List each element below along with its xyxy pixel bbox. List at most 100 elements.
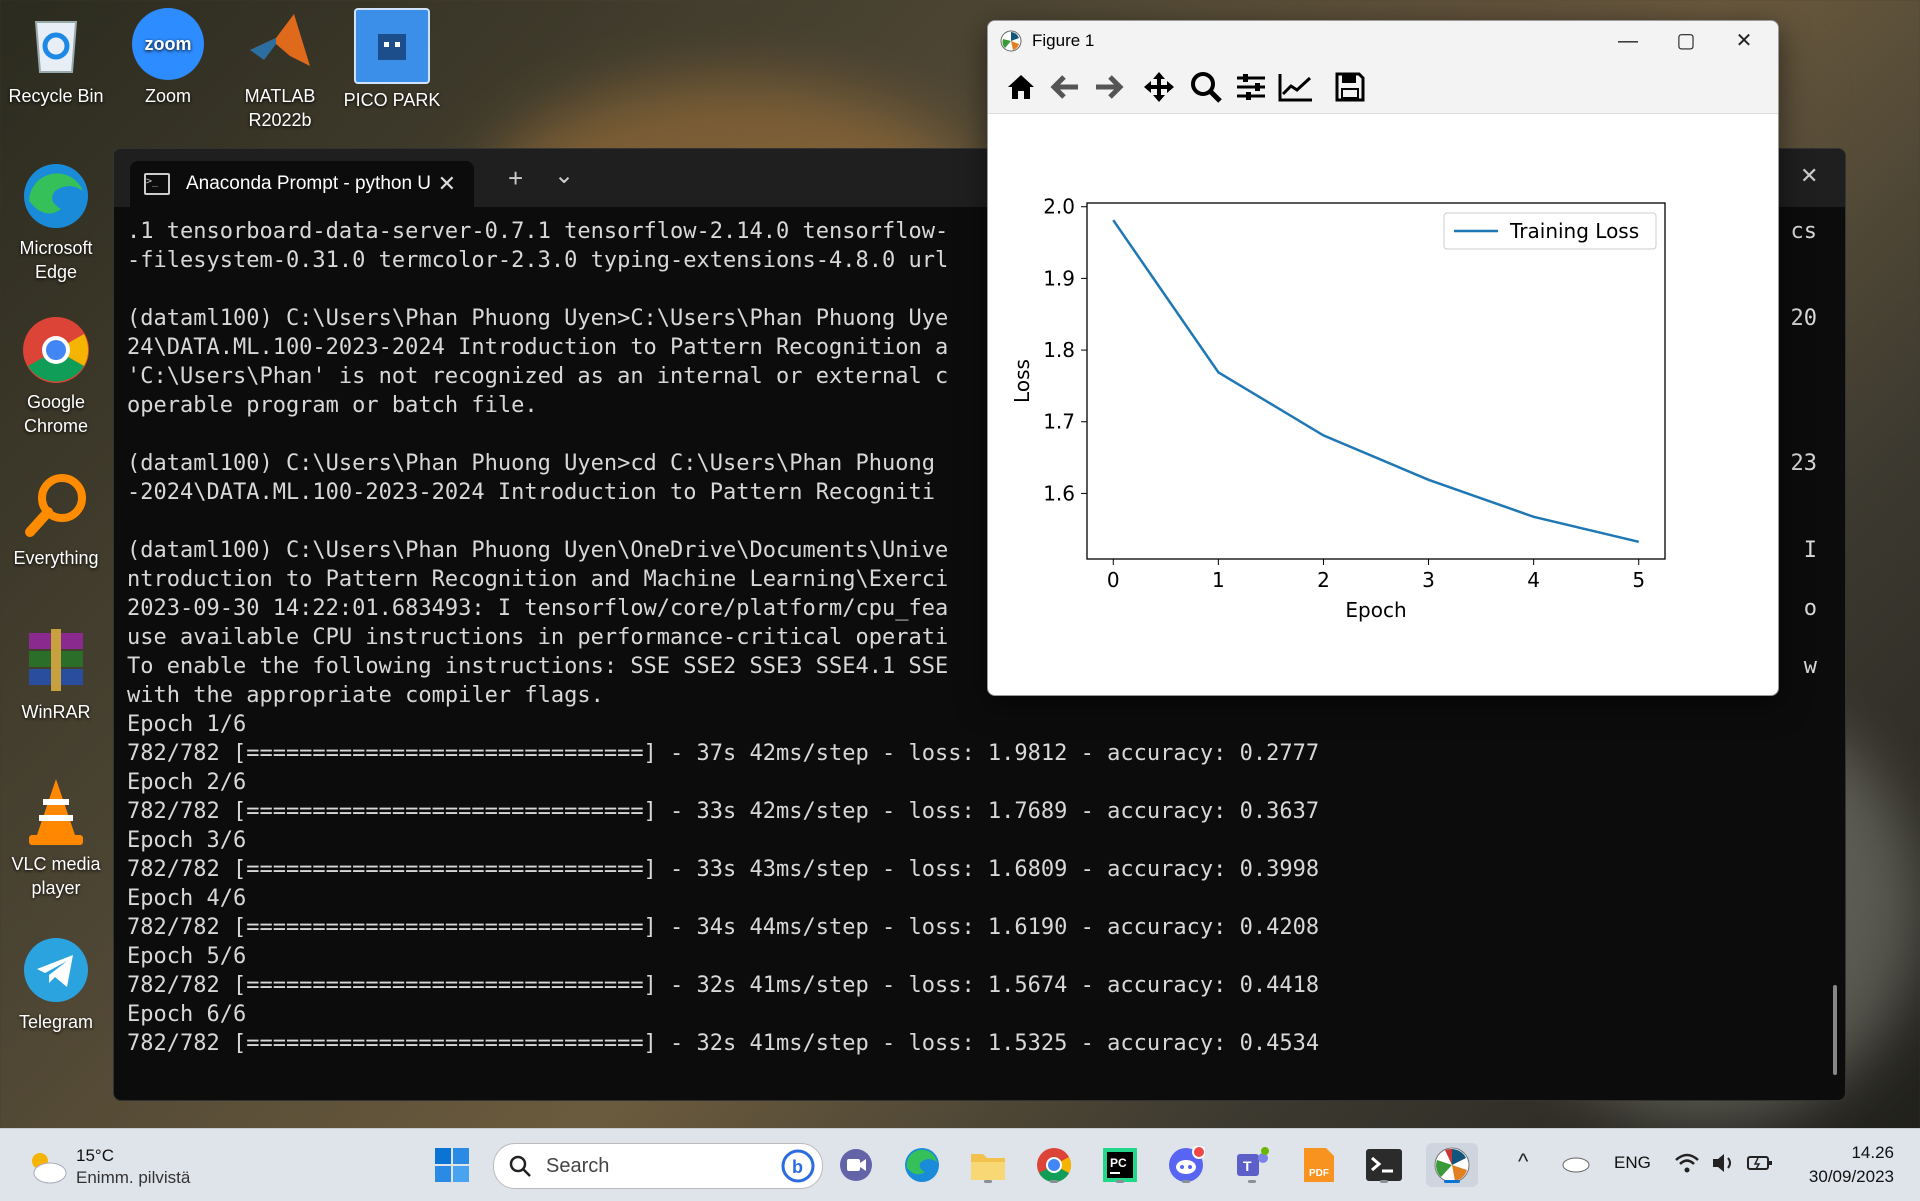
desktop-icon-pico-park[interactable]: PICO PARK [342, 8, 442, 112]
minimize-button[interactable]: — [1600, 25, 1656, 57]
discord-icon [1167, 1146, 1205, 1184]
y-tick-label: 2.0 [1043, 195, 1075, 219]
weather-temp: 15°C [76, 1145, 190, 1167]
wifi-icon[interactable] [1674, 1151, 1700, 1175]
terminal-icon [1365, 1148, 1403, 1182]
running-indicator [1380, 1180, 1388, 1183]
clock-time: 14.26 [1809, 1141, 1894, 1165]
tab-dropdown-button[interactable]: ⌄ [554, 161, 574, 190]
cloud-sun-icon [26, 1149, 68, 1185]
maximize-button[interactable]: ▢ [1658, 25, 1714, 57]
terminal-icon: >_ [144, 173, 170, 195]
desktop-icon-label: Google Chrome [6, 390, 106, 438]
terminal-line: Epoch 1/6 [127, 710, 1825, 739]
start-button[interactable] [430, 1143, 474, 1187]
running-indicator [1182, 1180, 1190, 1183]
volume-icon[interactable] [1710, 1151, 1736, 1175]
taskbar-teams-meet[interactable] [834, 1143, 878, 1187]
running-indicator [984, 1180, 992, 1183]
pan-icon[interactable] [1140, 69, 1178, 105]
axes-frame [1087, 203, 1665, 559]
terminal-line-fragment: I [1804, 536, 1817, 565]
close-button[interactable]: ✕ [1716, 25, 1772, 57]
terminal-line: Epoch 2/6 [127, 768, 1825, 797]
desktop-icon-google-chrome[interactable]: Google Chrome [6, 314, 106, 438]
taskbar: 15°C Enimm. pilvistä Search b PC T PDF [0, 1128, 1920, 1201]
plot-area[interactable]: 0123451.61.71.81.92.0EpochLossTraining L… [988, 113, 1778, 695]
terminal-tab[interactable]: >_ Anaconda Prompt - python U ✕ [130, 161, 474, 207]
figure-window[interactable]: Figure 1 — ▢ ✕ 0123451.61.71.81.92.0 [987, 20, 1779, 696]
terminal-tab-title: Anaconda Prompt - python U [186, 173, 431, 195]
terminal-line: Epoch 3/6 [127, 826, 1825, 855]
svg-text:PC: PC [1110, 1156, 1127, 1170]
folder-icon [969, 1148, 1007, 1182]
chrome-icon [1035, 1146, 1073, 1184]
desktop-icon-label: Zoom [118, 84, 218, 108]
desktop-icon-zoom[interactable]: zoom Zoom [118, 8, 218, 108]
desktop-icon-winrar[interactable]: WinRAR [6, 624, 106, 724]
taskbar-teams[interactable]: T [1230, 1143, 1274, 1187]
configure-subplots-icon[interactable] [1232, 69, 1270, 105]
terminal-line-fragment: w [1804, 652, 1817, 681]
pico-park-icon [354, 8, 430, 84]
windows-logo-icon [434, 1147, 470, 1183]
desktop-icon-telegram[interactable]: Telegram [6, 934, 106, 1034]
terminal-line-fragment: 20 [1791, 304, 1818, 333]
svg-text:T: T [1243, 1158, 1252, 1174]
desktop-icon-everything[interactable]: Everything [6, 470, 106, 570]
desktop-icon-vlc[interactable]: VLC media player [6, 776, 106, 900]
x-tick-label: 1 [1212, 568, 1225, 592]
taskbar-discord[interactable] [1164, 1143, 1208, 1187]
taskbar-file-explorer[interactable] [966, 1143, 1010, 1187]
chevron-up-icon[interactable]: ^ [1518, 1149, 1528, 1175]
matplotlib-icon [1433, 1146, 1471, 1184]
window-close-button[interactable]: ✕ [1800, 163, 1818, 189]
save-icon[interactable] [1331, 69, 1369, 105]
terminal-line-fragment: cs [1791, 217, 1818, 246]
taskbar-edge[interactable] [900, 1143, 944, 1187]
desktop-icon-recycle-bin[interactable]: Recycle Bin [6, 8, 106, 108]
desktop-icon-microsoft-edge[interactable]: Microsoft Edge [6, 160, 106, 284]
weather-desc: Enimm. pilvistä [76, 1167, 190, 1189]
tab-close-icon[interactable]: ✕ [438, 171, 456, 197]
running-indicator [1050, 1180, 1058, 1183]
terminal-line: Epoch 5/6 [127, 942, 1825, 971]
terminal-line: 782/782 [==============================]… [127, 913, 1825, 942]
svg-text:PDF: PDF [1309, 1168, 1329, 1179]
taskbar-matplotlib-figure[interactable] [1426, 1143, 1478, 1187]
back-arrow-icon[interactable] [1046, 69, 1084, 105]
edge-icon [903, 1146, 941, 1184]
terminal-line: 782/782 [==============================]… [127, 739, 1825, 768]
terminal-scrollbar[interactable] [1833, 985, 1837, 1075]
taskbar-chrome[interactable] [1032, 1143, 1076, 1187]
terminal-line-fragment: 23 [1791, 449, 1818, 478]
taskbar-pycharm[interactable]: PC [1098, 1143, 1142, 1187]
video-camera-icon [838, 1147, 874, 1183]
taskbar-pdf-reader[interactable]: PDF [1296, 1143, 1340, 1187]
onedrive-cloud-icon[interactable] [1560, 1151, 1590, 1173]
x-tick-label: 2 [1317, 568, 1330, 592]
language-indicator[interactable]: ENG [1614, 1153, 1651, 1173]
forward-arrow-icon[interactable] [1090, 69, 1128, 105]
new-tab-button[interactable]: + [508, 163, 523, 194]
figure-toolbar [988, 61, 1778, 114]
svg-text:b: b [792, 1157, 803, 1177]
matplotlib-icon [1000, 30, 1022, 52]
desktop-icon-label: PICO PARK [342, 88, 442, 112]
bing-icon: b [780, 1148, 816, 1184]
desktop-icon-matlab[interactable]: MATLAB R2022b [230, 8, 330, 132]
desktop-icon-label: VLC media player [6, 852, 106, 900]
edit-axis-icon[interactable] [1277, 69, 1315, 105]
taskbar-terminal[interactable] [1362, 1143, 1406, 1187]
weather-widget[interactable]: 15°C Enimm. pilvistä [26, 1145, 190, 1189]
zoom-icon[interactable] [1187, 69, 1225, 105]
home-icon[interactable] [1002, 69, 1040, 105]
battery-icon[interactable] [1746, 1151, 1774, 1175]
winrar-icon [20, 624, 92, 696]
running-indicator [1116, 1180, 1124, 1183]
taskbar-search[interactable]: Search b [493, 1143, 823, 1189]
recycle-bin-icon [20, 8, 92, 80]
telegram-icon [20, 934, 92, 1006]
zoom-icon: zoom [132, 8, 204, 80]
clock[interactable]: 14.26 30/09/2023 [1809, 1141, 1894, 1189]
